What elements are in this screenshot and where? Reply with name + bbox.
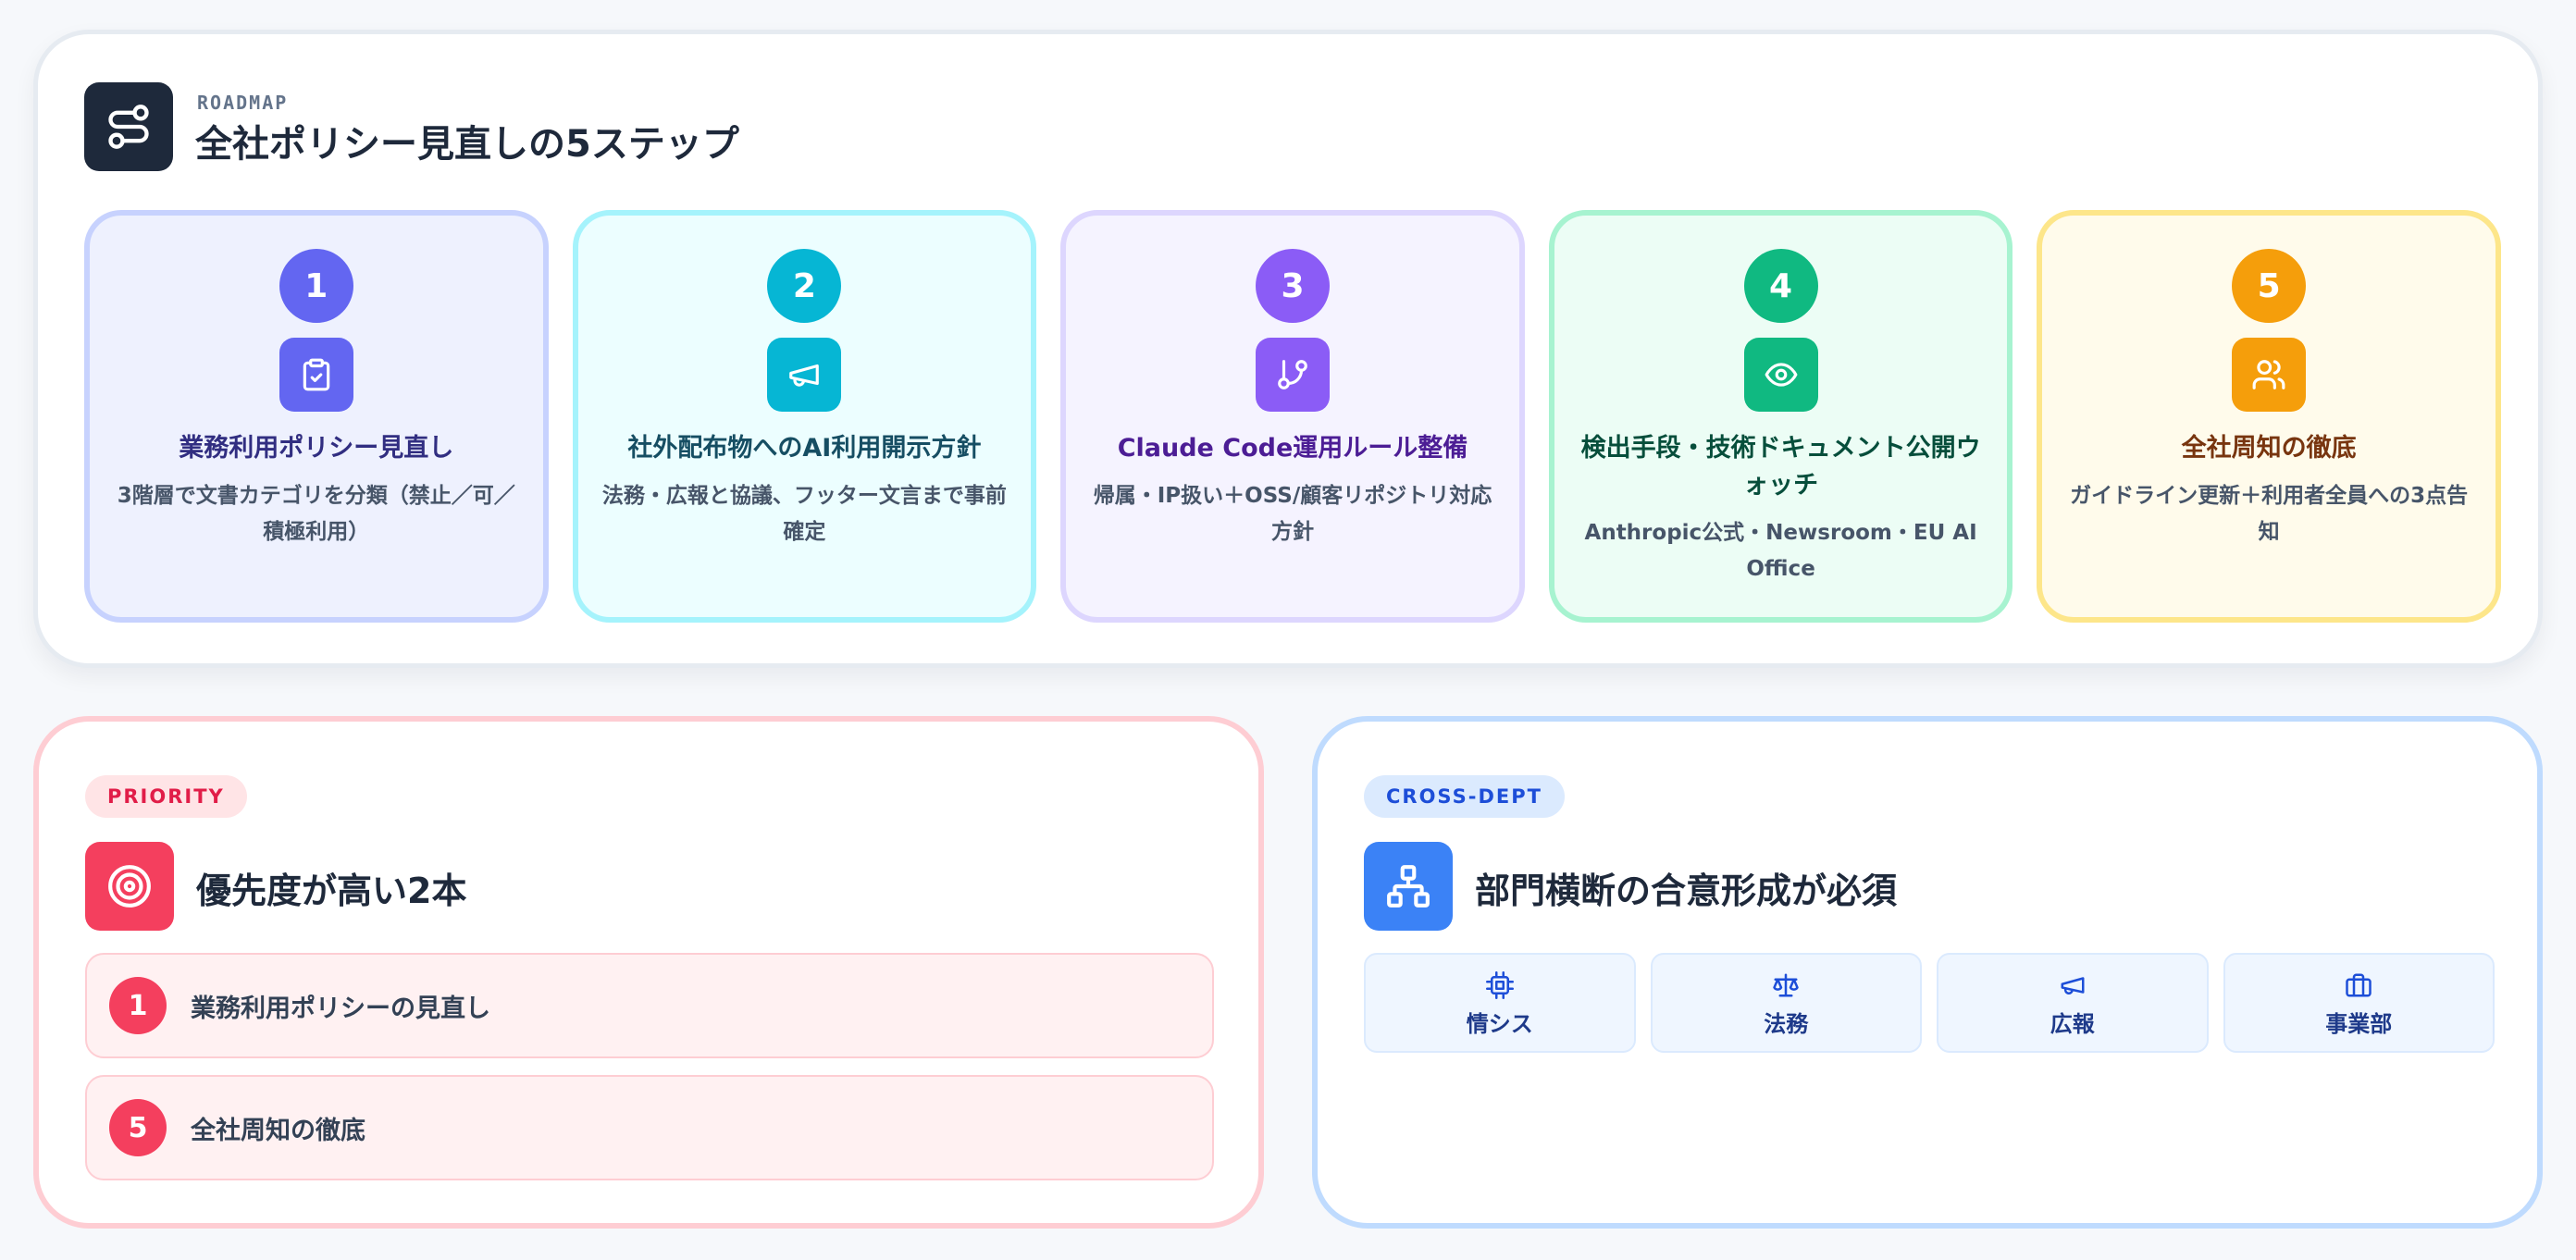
priority-title: 優先度が高い2本	[196, 871, 467, 911]
priority-card: PRIORITY 優先度が高い2本 1 業務利用ポリシーの見直し 5 全社周知の…	[33, 716, 1264, 1229]
step-number-4: 4	[1743, 249, 1818, 323]
department-list: 情シス 法務 広報 事業部	[1364, 953, 2495, 1053]
priority-list: 1 業務利用ポリシーの見直し 5 全社周知の徹底	[85, 953, 1214, 1180]
priority-item-label: 全社周知の徹底	[191, 1116, 365, 1145]
priority-item-label: 業務利用ポリシーの見直し	[191, 994, 490, 1023]
priority-pill: PRIORITY	[85, 775, 247, 818]
step-title-5: 全社周知の徹底	[2181, 434, 2357, 463]
step-description-1: 3階層で文書カテゴリを分類（禁止／可／積極利用）	[117, 484, 515, 544]
step-title-1: 業務利用ポリシー見直し	[179, 434, 454, 463]
step-description-4: Anthropic公式・Newsroom・EU AI Office	[1584, 521, 1977, 581]
department-label: 広報	[2050, 1010, 2095, 1037]
priority-item-number: 1	[109, 977, 167, 1034]
priority-item: 1 業務利用ポリシーの見直し	[85, 953, 1214, 1058]
step-title-3: Claude Code運用ルール整備	[1117, 434, 1468, 463]
department-chip: 広報	[1937, 953, 2209, 1053]
step-card-5: 5 全社周知の徹底 ガイドライン更新＋利用者全員への3点告知	[2037, 210, 2501, 623]
megaphone-icon	[767, 338, 842, 412]
step-card-1: 1 業務利用ポリシー見直し 3階層で文書カテゴリを分類（禁止／可／積極利用）	[84, 210, 549, 623]
step-number-5: 5	[2232, 249, 2307, 323]
priority-item-number: 5	[109, 1099, 167, 1156]
roadmap-eyebrow: ROADMAP	[197, 92, 289, 114]
route-icon	[84, 82, 173, 171]
org-chart-icon	[1364, 842, 1453, 931]
department-chip: 法務	[1650, 953, 1922, 1053]
cross-dept-title: 部門横断の合意形成が必須	[1475, 871, 1898, 911]
department-chip: 情シス	[1364, 953, 1636, 1053]
cross-dept-pill: CROSS-DEPT	[1364, 775, 1565, 818]
cross-dept-card: CROSS-DEPT 部門横断の合意形成が必須 情シス 法務 広報 事業部	[1312, 716, 2543, 1229]
step-description-5: ガイドライン更新＋利用者全員への3点告知	[2070, 484, 2469, 544]
briefcase-icon	[2345, 969, 2372, 1002]
eye-icon	[1743, 338, 1818, 412]
step-card-4: 4 検出手段・技術ドキュメント公開ウォッチ Anthropic公式・Newsro…	[1548, 210, 2013, 623]
department-label: 法務	[1764, 1010, 1809, 1037]
step-title-2: 社外配布物へのAI利用開示方針	[627, 434, 982, 463]
roadmap-title: 全社ポリシー見直しの5ステップ	[195, 123, 739, 166]
step-description-2: 法務・広報と協議、フッター文言まで事前確定	[601, 484, 1007, 544]
step-number-2: 2	[767, 249, 842, 323]
step-title-4: 検出手段・技術ドキュメント公開ウォッチ	[1580, 434, 1981, 500]
priority-item: 5 全社周知の徹底	[85, 1075, 1214, 1180]
users-icon	[2232, 338, 2307, 412]
target-icon	[85, 842, 174, 931]
git-branch-icon	[1255, 338, 1330, 412]
megaphone-icon	[2059, 969, 2087, 1002]
department-label: 情シス	[1466, 1010, 1533, 1037]
step-number-3: 3	[1255, 249, 1330, 323]
department-label: 事業部	[2325, 1010, 2393, 1037]
roadmap-card: ROADMAP 全社ポリシー見直しの5ステップ 1 業務利用ポリシー見直し 3階…	[33, 30, 2543, 668]
step-description-3: 帰属・IP扱い＋OSS/顧客リポジトリ対応方針	[1093, 484, 1492, 544]
cpu-icon	[1485, 969, 1514, 1002]
scale-icon	[1772, 969, 1800, 1002]
roadmap-steps: 1 業務利用ポリシー見直し 3階層で文書カテゴリを分類（禁止／可／積極利用） 2…	[84, 210, 2501, 623]
clipboard-check-icon	[279, 338, 353, 412]
department-chip: 事業部	[2223, 953, 2495, 1053]
step-card-2: 2 社外配布物へのAI利用開示方針 法務・広報と協議、フッター文言まで事前確定	[572, 210, 1037, 623]
step-card-3: 3 Claude Code運用ルール整備 帰属・IP扱い＋OSS/顧客リポジトリ…	[1060, 210, 1525, 623]
step-number-1: 1	[279, 249, 353, 323]
